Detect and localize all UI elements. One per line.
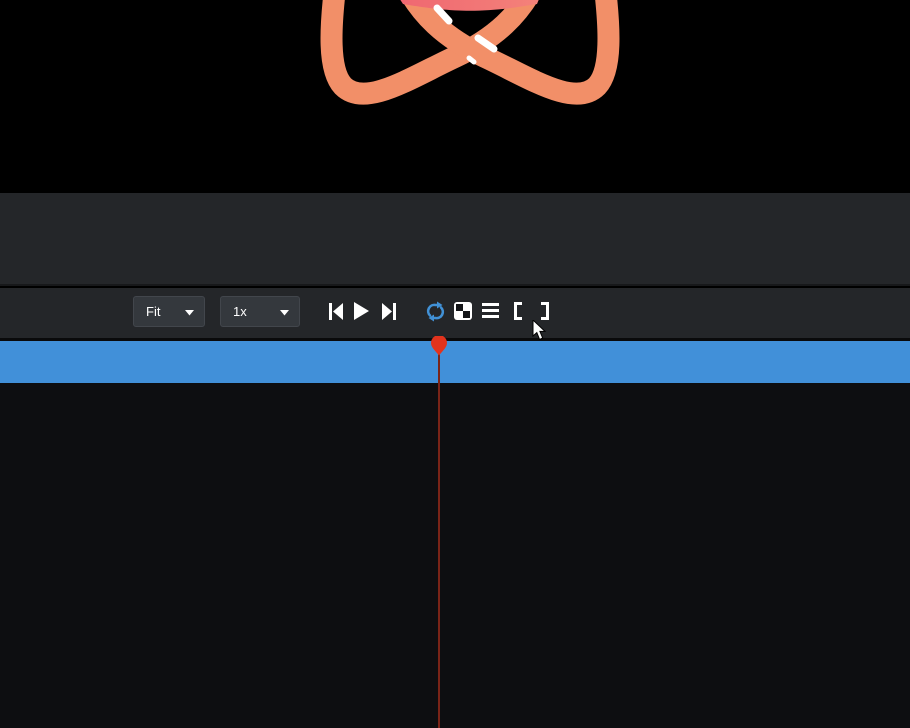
playhead-marker[interactable] (430, 336, 448, 356)
frame-menu-button[interactable] (482, 303, 499, 318)
timeline-track-area (0, 383, 910, 728)
loop-toggle-button[interactable] (425, 301, 446, 322)
animation-player-window: Fit 1x (0, 0, 910, 728)
player-toolbar: Fit 1x (0, 288, 910, 338)
left-bracket-icon (513, 302, 523, 320)
play-button[interactable] (354, 302, 369, 320)
preview-canvas (0, 0, 910, 193)
skip-to-end-button[interactable] (382, 303, 396, 320)
loop-end-bracket-button[interactable] (540, 302, 550, 320)
chevron-down-icon (280, 310, 289, 316)
loop-icon (425, 301, 446, 322)
zoom-fit-value: Fit (134, 304, 160, 319)
skip-to-start-button[interactable] (329, 303, 343, 320)
background-toggle-button[interactable] (454, 302, 472, 320)
checkerboard-icon (454, 302, 472, 320)
timeline-scrubber-bar[interactable] (0, 341, 910, 383)
right-bracket-icon (540, 302, 550, 320)
knot-animation-graphic (0, 0, 910, 193)
knot-highlight-3 (469, 58, 474, 62)
chevron-down-icon (185, 310, 194, 316)
hamburger-menu-icon (482, 303, 499, 318)
playback-speed-dropdown[interactable]: 1x (220, 296, 300, 327)
skip-to-end-icon (382, 303, 396, 320)
playhead-line[interactable] (438, 350, 440, 728)
skip-to-start-icon (329, 303, 343, 320)
playback-speed-value: 1x (221, 304, 247, 319)
zoom-fit-dropdown[interactable]: Fit (133, 296, 205, 327)
play-icon (354, 302, 369, 320)
loop-start-bracket-button[interactable] (513, 302, 523, 320)
panel-upper-band (0, 193, 910, 286)
